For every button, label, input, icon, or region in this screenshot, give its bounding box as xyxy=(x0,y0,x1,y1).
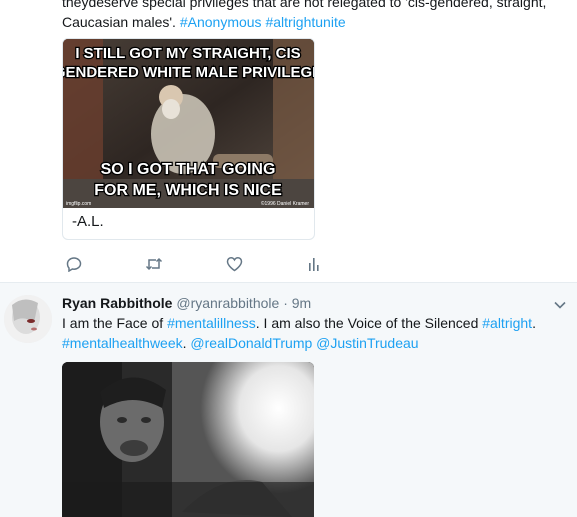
card-caption: -A.L. xyxy=(72,213,104,230)
meme-bottom-line2: FOR ME, WHICH IS NICE xyxy=(94,182,282,199)
chevron-down-icon[interactable] xyxy=(551,296,569,314)
hashtag-altrightunite[interactable]: #altrightunite xyxy=(265,14,345,30)
analytics-icon[interactable] xyxy=(304,254,324,274)
tweet-1: theydeserve special privileges that are … xyxy=(0,0,577,282)
meme-top-line2: GENDERED WHITE MALE PRIVILEGE xyxy=(63,64,314,81)
tweet-1-text-line1: theydeserve special privileges that are … xyxy=(62,0,547,10)
mention-realdonaldtrump[interactable]: @realDonaldTrump xyxy=(190,335,312,351)
hashtag-altright[interactable]: #altright xyxy=(482,315,532,331)
meme-illustration: I STILL GOT MY STRAIGHT, CIS GENDERED WH… xyxy=(63,39,314,208)
tweet-2-text: I am the Face of #mentalillness. I am al… xyxy=(62,315,536,351)
separator-dot: · xyxy=(283,295,288,311)
reply-icon[interactable] xyxy=(64,254,84,274)
tweet-2-text-part1: I am the Face of xyxy=(62,315,168,331)
retweet-icon[interactable] xyxy=(144,254,164,274)
hashtag-mentalillness[interactable]: #mentalillness xyxy=(167,315,256,331)
user-handle[interactable]: @ryanrabbithole xyxy=(176,295,279,311)
tweet-1-text-line2: Caucasian males'. xyxy=(62,14,180,30)
meme-image[interactable]: I STILL GOT MY STRAIGHT, CIS GENDERED WH… xyxy=(63,39,314,208)
tweet-2-photo[interactable] xyxy=(62,362,314,517)
avatar[interactable] xyxy=(4,295,52,343)
tweet-2-text-part2: . I am also the Voice of the Silenced xyxy=(255,315,483,331)
selfie-illustration xyxy=(62,362,314,517)
mention-justintrudeau[interactable]: @JustinTrudeau xyxy=(316,335,418,351)
tweet-2-header: Ryan Rabbithole @ryanrabbithole · 9m xyxy=(62,293,311,313)
meme-bottom-line1: SO I GOT THAT GOING xyxy=(101,161,276,178)
meme-watermark-right: ©1996 Daniel Kramer xyxy=(261,200,309,207)
hashtag-anonymous[interactable]: #Anonymous xyxy=(180,14,262,30)
tweet-2-text-part3: . xyxy=(532,315,536,331)
display-name[interactable]: Ryan Rabbithole xyxy=(62,295,172,311)
tweet-1-text: theydeserve special privileges that are … xyxy=(62,0,567,32)
like-icon[interactable] xyxy=(224,254,244,274)
tweet-1-actions xyxy=(64,254,364,274)
meme-top-line1: I STILL GOT MY STRAIGHT, CIS xyxy=(75,45,300,62)
image-card[interactable]: I STILL GOT MY STRAIGHT, CIS GENDERED WH… xyxy=(62,38,315,240)
hashtag-mentalhealthweek[interactable]: #mentalhealthweek xyxy=(62,335,183,351)
timestamp[interactable]: 9m xyxy=(292,295,311,311)
meme-watermark-left: imgflip.com xyxy=(66,201,91,207)
tweet-2[interactable]: Ryan Rabbithole @ryanrabbithole · 9m I a… xyxy=(0,283,577,517)
